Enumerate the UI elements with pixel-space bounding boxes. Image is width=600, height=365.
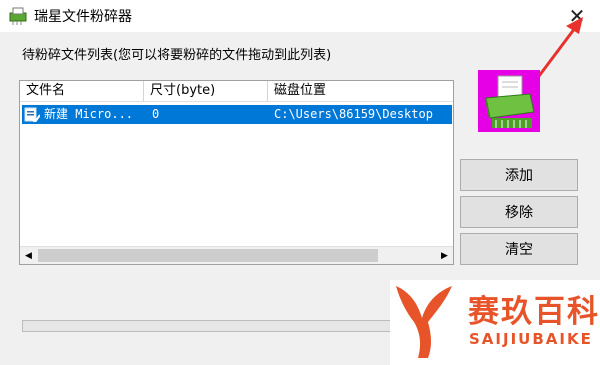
shredder-icon	[478, 70, 540, 132]
scroll-left-icon[interactable]: ◀	[20, 247, 37, 264]
progress-bar	[22, 320, 392, 332]
file-list[interactable]: 文件名 尺寸(byte) 磁盘位置 新建 Micro... 0 C:\Users…	[19, 80, 454, 265]
close-icon: ✕	[568, 4, 586, 28]
whale-tail-logo-icon	[396, 286, 452, 358]
add-button[interactable]: 添加	[460, 159, 578, 191]
brand-name-en: SAIJIUBAIKE	[469, 330, 593, 348]
column-filename[interactable]: 文件名	[20, 81, 144, 101]
column-location[interactable]: 磁盘位置	[268, 81, 453, 101]
list-header: 文件名 尺寸(byte) 磁盘位置	[20, 81, 453, 102]
cell-filename: 新建 Micro...	[44, 107, 134, 121]
column-size[interactable]: 尺寸(byte)	[144, 81, 268, 101]
close-button[interactable]: ✕	[554, 0, 600, 32]
cell-location: C:\Users\86159\Desktop	[274, 107, 433, 121]
list-caption: 待粉碎文件列表(您可以将要粉碎的文件拖动到此列表)	[22, 48, 332, 63]
brand-watermark: 赛玖百科 SAIJIUBAIKE	[390, 280, 600, 365]
shredder-app-icon	[9, 7, 27, 25]
shredder-window: 瑞星文件粉碎器 ✕ 待粉碎文件列表(您可以将要粉碎的文件拖动到此列表) 文件名 …	[0, 0, 600, 365]
scroll-right-icon[interactable]: ▶	[436, 247, 453, 264]
brand-name-cn: 赛玖百科	[468, 294, 600, 330]
document-icon	[24, 107, 40, 122]
clear-button[interactable]: 清空	[460, 233, 578, 265]
window-title: 瑞星文件粉碎器	[34, 9, 132, 25]
title-bar: 瑞星文件粉碎器 ✕	[0, 0, 600, 32]
scroll-thumb[interactable]	[38, 249, 378, 262]
remove-button[interactable]: 移除	[460, 196, 578, 228]
cell-size: 0	[152, 107, 160, 121]
horizontal-scrollbar[interactable]: ◀ ▶	[20, 246, 453, 264]
list-item[interactable]: 新建 Micro... 0 C:\Users\86159\Desktop	[22, 105, 452, 124]
